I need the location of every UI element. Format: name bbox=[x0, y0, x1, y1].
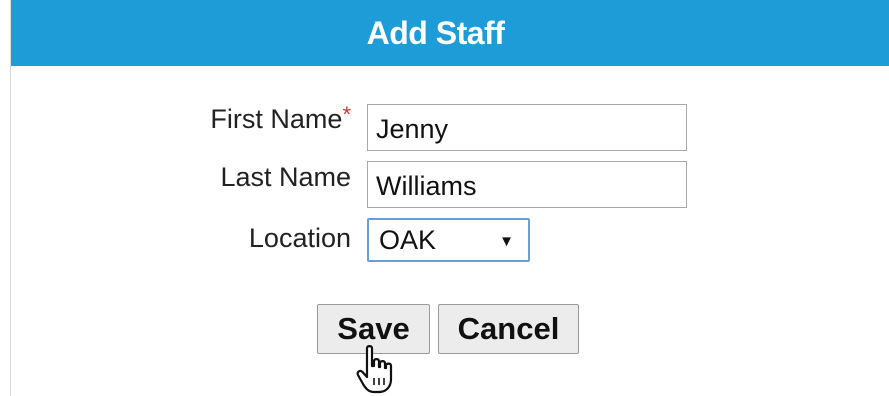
first-name-input[interactable] bbox=[367, 104, 687, 151]
dialog-title: Add Staff bbox=[366, 14, 505, 51]
location-select[interactable]: OAK ▼ bbox=[367, 218, 530, 262]
last-name-label-text: Last Name bbox=[220, 162, 351, 192]
location-select-value: OAK bbox=[379, 224, 437, 255]
last-name-label: Last Name bbox=[220, 162, 351, 193]
last-name-input[interactable] bbox=[367, 161, 687, 208]
cancel-button[interactable]: Cancel bbox=[438, 304, 579, 354]
location-label: Location bbox=[249, 223, 351, 254]
first-name-label: First Name* bbox=[210, 102, 351, 135]
chevron-down-icon: ▼ bbox=[499, 232, 514, 250]
location-label-text: Location bbox=[248, 223, 351, 253]
dialog-header: Add Staff bbox=[11, 0, 889, 66]
first-name-label-text: First Name bbox=[210, 104, 343, 134]
add-staff-dialog: Add Staff First Name* Last Name Location… bbox=[10, 0, 889, 396]
hand-pointer-icon bbox=[356, 345, 393, 394]
required-asterisk: * bbox=[342, 102, 351, 127]
